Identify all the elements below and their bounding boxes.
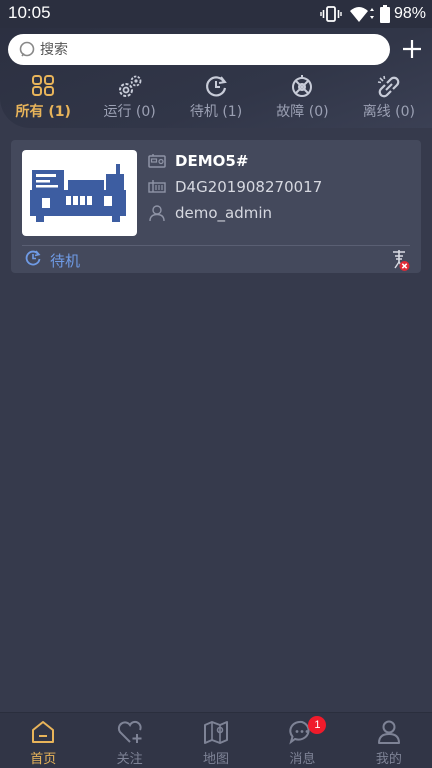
add-button[interactable]	[400, 37, 424, 61]
filter-tabs: 所有 (1) 运行 (0) 待机 (1) 故障 (0) 离线 (0)	[0, 72, 432, 124]
gears-icon	[116, 74, 144, 104]
nav-follow[interactable]: 关注	[86, 713, 172, 768]
vibrate-icon	[320, 5, 342, 23]
nav-messages[interactable]: 1 消息	[259, 713, 345, 768]
nav-mine[interactable]: 我的	[346, 713, 432, 768]
home-icon	[29, 718, 57, 750]
device-owner-row: demo_admin	[147, 202, 272, 224]
battery-icon	[379, 5, 390, 23]
search-icon	[18, 40, 38, 64]
search-box[interactable]	[8, 34, 390, 65]
device-name: DEMO5#	[175, 152, 249, 170]
signal-offline-icon	[389, 248, 411, 276]
app-root: 10:05 98% 搜索 所有 (1) 运行 (0) 待机 (1) 故障 (0)…	[0, 0, 432, 768]
tab-label: 故障 (0)	[276, 104, 329, 120]
standby-clock-icon	[203, 74, 229, 102]
tab-standby[interactable]: 待机 (1)	[173, 72, 259, 124]
nav-label: 消息	[289, 752, 316, 767]
tab-label: 待机 (1)	[189, 104, 243, 120]
battery-percent: 98%	[393, 5, 426, 22]
card-divider	[22, 245, 410, 246]
wifi-icon	[348, 5, 374, 23]
all-grid-icon	[30, 74, 56, 102]
nav-label: 关注	[116, 752, 143, 767]
tab-running[interactable]: 运行 (0)	[86, 72, 172, 124]
user-small-icon	[147, 204, 167, 222]
device-serial-row: D4G201908270017	[147, 176, 322, 198]
device-status: 待机	[24, 250, 80, 270]
generator-icon	[30, 164, 126, 222]
nav-map[interactable]: 地图	[173, 713, 259, 768]
nav-label: 地图	[203, 752, 230, 767]
message-badge: 1	[308, 716, 327, 734]
device-image	[22, 150, 137, 236]
status-bar: 10:05 98%	[0, 0, 432, 28]
nav-label: 首页	[30, 752, 57, 767]
status-time: 10:05	[8, 3, 51, 22]
nav-home[interactable]: 首页	[0, 713, 86, 768]
plus-icon	[403, 40, 421, 58]
fault-wheel-icon	[289, 74, 315, 104]
user-icon	[375, 718, 403, 750]
tab-label: 所有 (1)	[15, 104, 71, 120]
status-icons: 98%	[320, 3, 426, 25]
standby-status-icon	[24, 249, 42, 271]
device-status-label: 待机	[50, 251, 81, 270]
tab-label: 离线 (0)	[362, 104, 415, 120]
bottom-nav: 首页 关注 地图 1 消息 我的	[0, 712, 432, 768]
tab-fault[interactable]: 故障 (0)	[259, 72, 345, 124]
heart-plus-icon	[116, 718, 144, 750]
link-broken-icon	[376, 74, 402, 104]
device-serial: D4G201908270017	[175, 178, 323, 196]
device-owner: demo_admin	[175, 204, 273, 222]
header: 所有 (1) 运行 (0)	[0, 28, 432, 128]
generator-small-icon	[147, 152, 167, 170]
device-card[interactable]: DEMO5# D4G201908270017 demo_admin 待机	[11, 140, 421, 273]
tab-label: 运行 (0)	[103, 104, 156, 120]
device-name-row: DEMO5#	[147, 150, 248, 172]
serial-code-icon	[147, 178, 167, 196]
tab-offline[interactable]: 离线 (0)	[346, 72, 432, 124]
search-input[interactable]	[40, 34, 370, 65]
nav-label: 我的	[375, 752, 402, 767]
map-icon	[202, 718, 230, 750]
tab-all[interactable]: 所有 (1)	[0, 72, 86, 124]
